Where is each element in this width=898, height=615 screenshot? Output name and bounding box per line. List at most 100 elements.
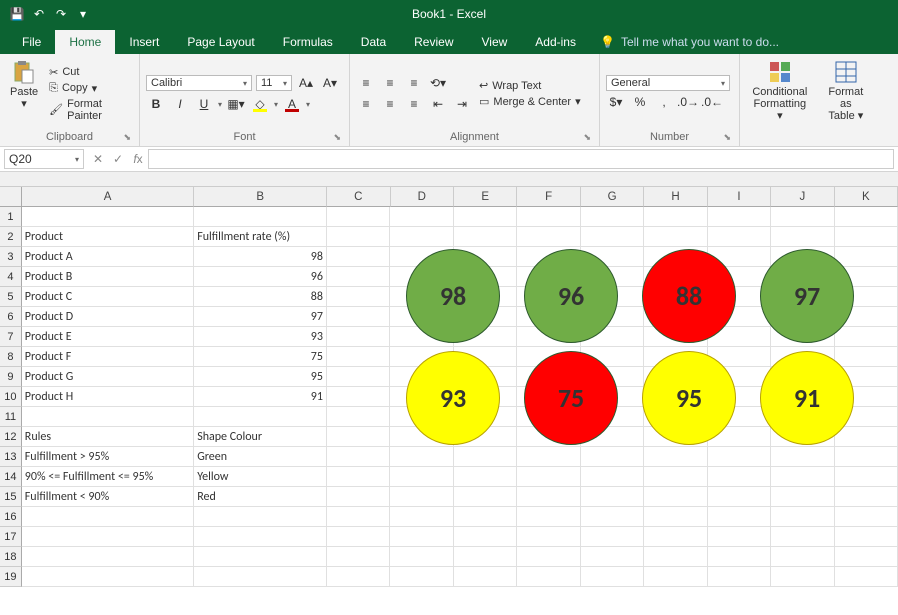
- cell[interactable]: [644, 447, 707, 467]
- row-header[interactable]: 3: [0, 247, 22, 267]
- dialog-launcher-icon[interactable]: ⬊: [333, 132, 341, 143]
- indent-increase-icon[interactable]: ⇥: [452, 94, 472, 114]
- dialog-launcher-icon[interactable]: ⬊: [583, 132, 591, 143]
- cell[interactable]: Product: [22, 227, 194, 247]
- cell[interactable]: [327, 487, 390, 507]
- cell[interactable]: [454, 547, 517, 567]
- cell[interactable]: [835, 327, 898, 347]
- status-circle[interactable]: 96: [524, 249, 618, 343]
- cell[interactable]: [771, 467, 834, 487]
- row-header[interactable]: 17: [0, 527, 22, 547]
- cell[interactable]: Fulfillment > 95%: [22, 447, 194, 467]
- save-icon[interactable]: 💾: [10, 7, 24, 21]
- cell[interactable]: [327, 247, 390, 267]
- row-header[interactable]: 11: [0, 407, 22, 427]
- cell[interactable]: [708, 467, 771, 487]
- cell[interactable]: [708, 567, 771, 587]
- fx-icon[interactable]: fx: [128, 149, 148, 169]
- cell[interactable]: [708, 207, 771, 227]
- cell[interactable]: [454, 447, 517, 467]
- format-as-table-button[interactable]: Format asTable ▾: [818, 58, 874, 129]
- cell[interactable]: 95: [194, 367, 327, 387]
- tell-me-search[interactable]: 💡Tell me what you want to do...: [590, 30, 789, 54]
- cell[interactable]: [327, 367, 390, 387]
- status-circle[interactable]: 88: [642, 249, 736, 343]
- cell[interactable]: 75: [194, 347, 327, 367]
- row-header[interactable]: 19: [0, 567, 22, 587]
- cell[interactable]: [517, 467, 580, 487]
- cell[interactable]: [22, 547, 194, 567]
- cell[interactable]: [644, 567, 707, 587]
- orientation-icon[interactable]: ⟲▾: [428, 73, 448, 93]
- cell[interactable]: [454, 227, 517, 247]
- cell[interactable]: Red: [194, 487, 327, 507]
- row-header[interactable]: 14: [0, 467, 22, 487]
- tab-formulas[interactable]: Formulas: [269, 30, 347, 54]
- cell[interactable]: 88: [194, 287, 327, 307]
- dialog-launcher-icon[interactable]: ⬊: [123, 132, 131, 143]
- cell[interactable]: [581, 567, 644, 587]
- cell[interactable]: [708, 487, 771, 507]
- cell[interactable]: [22, 207, 194, 227]
- cell[interactable]: Product A: [22, 247, 194, 267]
- border-button[interactable]: ▦▾: [226, 94, 246, 114]
- increase-font-icon[interactable]: A▴: [296, 73, 316, 93]
- cell[interactable]: [835, 247, 898, 267]
- col-header-J[interactable]: J: [771, 187, 834, 207]
- conditional-formatting-button[interactable]: ConditionalFormatting ▾: [746, 58, 814, 129]
- cell[interactable]: [581, 527, 644, 547]
- copy-button[interactable]: ⎘Copy ▾: [46, 81, 133, 96]
- format-painter-button[interactable]: 🖌Format Painter: [46, 97, 133, 123]
- comma-icon[interactable]: ,: [654, 92, 674, 112]
- cell[interactable]: [194, 547, 327, 567]
- cell[interactable]: [581, 487, 644, 507]
- cell[interactable]: 90% <= Fulfillment <= 95%: [22, 467, 194, 487]
- cell[interactable]: [454, 487, 517, 507]
- cell[interactable]: [644, 207, 707, 227]
- cell[interactable]: [835, 447, 898, 467]
- cell[interactable]: Yellow: [194, 467, 327, 487]
- cell[interactable]: [327, 527, 390, 547]
- paste-button[interactable]: Paste▾: [6, 58, 42, 129]
- cell[interactable]: [771, 487, 834, 507]
- name-box[interactable]: Q20▾: [4, 149, 84, 169]
- fill-color-button[interactable]: ◇: [250, 94, 270, 114]
- font-color-button[interactable]: A: [282, 94, 302, 114]
- cell[interactable]: [771, 207, 834, 227]
- cell[interactable]: [708, 527, 771, 547]
- cell[interactable]: [390, 567, 453, 587]
- tab-file[interactable]: File: [8, 30, 55, 54]
- cell[interactable]: [22, 407, 194, 427]
- cell[interactable]: [771, 567, 834, 587]
- cell[interactable]: [390, 487, 453, 507]
- cell[interactable]: [327, 427, 390, 447]
- cell[interactable]: [708, 227, 771, 247]
- undo-icon[interactable]: ↶: [32, 7, 46, 21]
- cell[interactable]: [644, 547, 707, 567]
- cell[interactable]: [835, 527, 898, 547]
- cell[interactable]: [327, 327, 390, 347]
- tab-home[interactable]: Home: [55, 30, 115, 54]
- status-circle[interactable]: 93: [406, 351, 500, 445]
- cell[interactable]: [390, 467, 453, 487]
- percent-icon[interactable]: %: [630, 92, 650, 112]
- row-header[interactable]: 1: [0, 207, 22, 227]
- tab-view[interactable]: View: [468, 30, 522, 54]
- cell[interactable]: [835, 347, 898, 367]
- number-format-select[interactable]: General▾: [606, 75, 730, 91]
- cell[interactable]: [771, 227, 834, 247]
- cell[interactable]: [581, 447, 644, 467]
- row-header[interactable]: 15: [0, 487, 22, 507]
- cell[interactable]: [517, 207, 580, 227]
- row-header[interactable]: 2: [0, 227, 22, 247]
- align-bottom-icon[interactable]: ≡: [404, 73, 424, 93]
- cell[interactable]: [644, 527, 707, 547]
- cell[interactable]: 97: [194, 307, 327, 327]
- cell[interactable]: [581, 467, 644, 487]
- row-header[interactable]: 16: [0, 507, 22, 527]
- cell[interactable]: [517, 507, 580, 527]
- col-header-H[interactable]: H: [644, 187, 707, 207]
- italic-button[interactable]: I: [170, 94, 190, 114]
- tab-data[interactable]: Data: [347, 30, 400, 54]
- cell[interactable]: [390, 227, 453, 247]
